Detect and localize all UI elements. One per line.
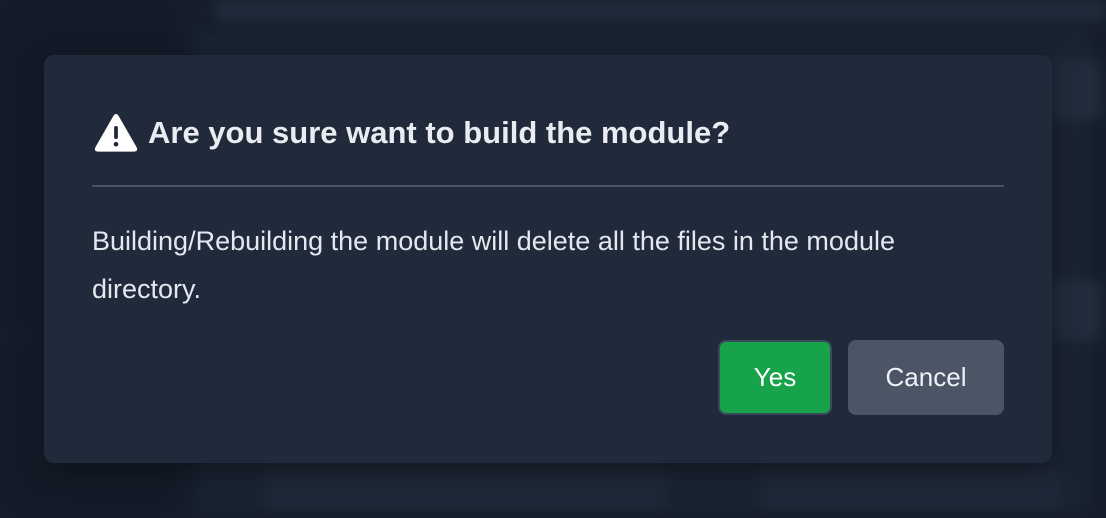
- confirm-build-dialog: Are you sure want to build the module? B…: [44, 55, 1052, 463]
- dialog-header: Are you sure want to build the module?: [94, 113, 730, 153]
- dialog-title: Are you sure want to build the module?: [148, 115, 731, 150]
- dialog-message: Building/Rebuilding the module will dele…: [92, 226, 895, 304]
- background-card: [1050, 280, 1100, 340]
- background-topbar: [215, 0, 1106, 20]
- yes-button[interactable]: Yes: [718, 340, 832, 415]
- warning-triangle-icon: [94, 113, 138, 153]
- background-field: [760, 470, 1060, 510]
- cancel-button[interactable]: Cancel: [848, 340, 1004, 415]
- background-card: [1050, 60, 1100, 120]
- background-field: [265, 470, 665, 510]
- dialog-divider: [92, 185, 1004, 187]
